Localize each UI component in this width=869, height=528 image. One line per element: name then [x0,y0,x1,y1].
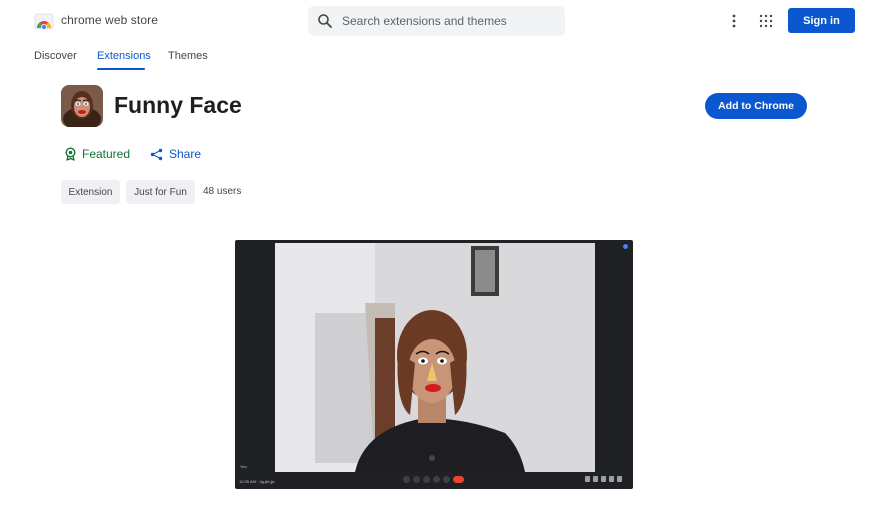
screenshot-indicator-dot [623,244,628,249]
featured-badge-icon [65,147,76,161]
screenshot-side-controls [585,476,622,482]
screenshot-tile-label: You [240,464,247,469]
chrome-web-store-logo-icon[interactable] [34,11,54,31]
chip-extension[interactable]: Extension [61,180,120,204]
add-to-chrome-button[interactable]: Add to Chrome [705,93,807,119]
screenshot-meeting-info: 10:35 AM · rig-jbf-jjz [239,479,275,484]
chip-just-for-fun[interactable]: Just for Fun [126,180,195,204]
extension-title: Funny Face [114,92,242,118]
store-brand-name[interactable]: chrome web store [61,13,158,27]
share-link[interactable]: Share [150,146,201,162]
screenshot-call-controls [403,476,464,484]
tab-extensions[interactable]: Extensions [97,50,151,62]
sign-in-button[interactable]: Sign in [788,8,855,33]
search-box[interactable] [308,6,565,36]
share-icon [150,148,163,160]
featured-label: Featured [82,147,131,161]
video-call-preview-image [275,243,595,472]
extension-icon [61,85,103,127]
tab-discover[interactable]: Discover [34,50,77,62]
category-tabs: Discover Extensions Themes [0,44,869,70]
top-header: chrome web store Sign in [0,0,869,42]
extension-screenshot[interactable]: You 10:35 AM · rig-jbf-jjz [235,240,633,489]
more-vert-icon[interactable] [727,13,741,29]
apps-grid-icon[interactable] [759,14,773,28]
user-count: 48 users [203,186,242,197]
featured-badge[interactable]: Featured [64,146,130,162]
search-input[interactable] [342,6,560,36]
tab-themes[interactable]: Themes [168,50,208,62]
share-label: Share [169,147,202,161]
search-icon [318,14,332,28]
active-tab-indicator [97,68,145,70]
